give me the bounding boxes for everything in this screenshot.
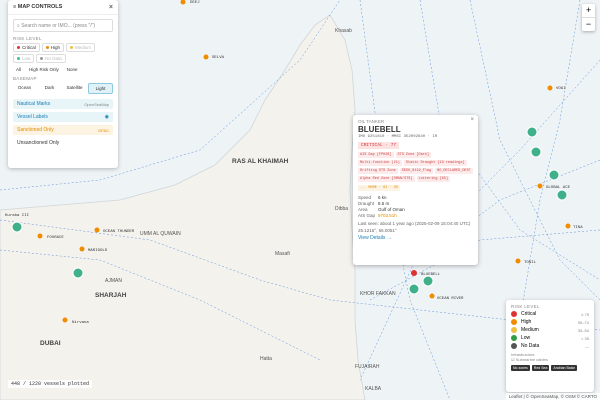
vessel-label[interactable]: TONIL — [524, 261, 537, 265]
map-controls-panel: ≡ MAP CONTROLS × ⌕ Search name or IMO...… — [8, 0, 118, 168]
risk-legend: RISK LEVEL Critical ≥ 75 High 55–74 Medium… — [506, 300, 594, 392]
collapse-icon[interactable]: × — [109, 4, 113, 11]
controls-title: MAP CONTROLS — [17, 4, 63, 10]
risk-tag: STS Zone [Dark] — [395, 152, 432, 158]
vessel-label[interactable]: Nirvana — [72, 320, 89, 325]
zoom-in-button[interactable]: + — [582, 4, 595, 18]
place-label: UMM AL QUWAIN — [140, 231, 181, 237]
risk-tag: AIS Gap [FPH26] — [358, 152, 394, 158]
zone-button-arabian[interactable]: Arabian Basin — [551, 365, 578, 371]
place-label: Hatta — [260, 356, 272, 362]
place-label: Masafi — [275, 251, 290, 257]
vessel-label[interactable]: DEEJ — [190, 1, 200, 5]
vessel-label[interactable]: VOGI — [556, 87, 566, 91]
legend-item-low: Low < 35 — [511, 335, 589, 341]
basemap-ocean[interactable]: Ocean — [13, 83, 36, 94]
search-placeholder: Search name or IMO... (press "/") — [21, 22, 96, 29]
vessel-popup: × OIL TANKER BLUEBELL IMO 9251810 · MMSI… — [353, 115, 478, 265]
place-label: SHARJAH — [95, 292, 127, 299]
risk-badge: CRITICAL · 77 — [358, 142, 400, 149]
close-icon[interactable]: × — [470, 117, 474, 123]
risk-chip-critical[interactable]: Critical — [13, 43, 40, 52]
risk-tag: Drifting STS Zone — [358, 168, 398, 174]
more-tags[interactable]: ... MORE · 64 · 30 — [358, 185, 400, 191]
place-label: KHOR FAKKAN — [360, 291, 396, 297]
risk-tag: Alpha Red Zone [OMAN/STS] — [358, 176, 415, 182]
search-input[interactable]: ⌕ Search name or IMO... (press "/") — [13, 19, 113, 32]
view-details-link[interactable]: View Details → — [358, 235, 473, 241]
last-seen: Last seen: about 1 year ago (2025-02-09 … — [358, 221, 471, 226]
vessel-label[interactable]: SELVA — [212, 56, 225, 60]
filter-all[interactable]: All — [13, 66, 25, 73]
vessel-ids: IMO 9251810 · MMSI 352002640 · IR — [358, 135, 438, 139]
basemap-dark[interactable]: Dark — [38, 83, 61, 94]
area-row: Area Gulf of Oman — [358, 207, 405, 212]
risk-chip-nodata[interactable]: No Data — [36, 54, 66, 63]
draught-row: Draught 8.5 m — [358, 201, 390, 206]
vessel-label[interactable]: GLOBAL ACE — [546, 186, 571, 190]
basemap-light[interactable]: Light — [88, 83, 113, 94]
vessel-label[interactable]: OCEAN RIVER — [437, 297, 464, 301]
zone-button-none[interactable]: No zones — [511, 365, 530, 371]
legend-item-critical: Critical ≥ 75 — [511, 311, 589, 317]
vessel-type: OIL TANKER — [358, 119, 385, 124]
basemap-selector: Ocean Dark Satellite Light — [13, 83, 113, 94]
place-label: DUBAI — [40, 340, 61, 347]
basemap-satellite[interactable]: Satellite — [63, 83, 86, 94]
controls-header[interactable]: ≡ MAP CONTROLS × — [8, 0, 118, 15]
zoom-control: + − — [582, 4, 595, 31]
vessel-name: BLUEBELL — [358, 125, 401, 134]
coordinates: 25.1216°, 56.0051° — [358, 228, 397, 233]
risk-tag: Loitering [65] — [416, 176, 450, 182]
risk-tags: AIS Gap [FPH26] STS Zone [Dark] Multi-fu… — [358, 152, 473, 182]
vessel-label[interactable]: OCEAN THUNDER — [103, 230, 135, 234]
quick-filters: All High Risk Only None — [13, 66, 113, 73]
place-label: FUJAIRAH — [355, 364, 380, 370]
legend-item-high: High 55–74 — [511, 319, 589, 325]
risk-tag: Static Draught [19 readings] — [403, 160, 467, 166]
filter-high-risk[interactable]: High Risk Only — [26, 66, 62, 73]
zone-buttons: No zones Red Sea Arabian Basin — [511, 365, 589, 371]
legend-item-nodata: No Data — — [511, 343, 589, 349]
zone-button-redsea[interactable]: Red Sea — [531, 365, 550, 371]
ais-gap-row: AIS Gap 9703.51h — [358, 213, 397, 218]
risk-level-label: RISK LEVEL — [13, 36, 42, 41]
place-label: AJMAN — [105, 278, 122, 284]
vessel-label[interactable]: TINA — [573, 226, 583, 230]
risk-tag: NO_DECLARED_DEST — [435, 168, 473, 174]
risk-tag: SEDO_8119_Flag — [399, 168, 434, 174]
risk-chip-low[interactable]: Low — [13, 54, 35, 63]
legend-title: RISK LEVEL — [511, 304, 540, 309]
risk-chip-high[interactable]: High — [41, 43, 65, 52]
risk-filter-chips: Critical High Medium Low No Data — [13, 43, 113, 63]
filter-none[interactable]: None — [63, 66, 81, 73]
vessel-count-status: 448 / 1220 vessels plotted — [8, 380, 93, 388]
map-attribution[interactable]: Leaflet | © OpenSeaMap, © OSM © CARTO — [505, 393, 600, 400]
zoom-out-button[interactable]: − — [582, 18, 595, 31]
vessel-label[interactable]: MARIGOLD — [88, 249, 108, 253]
sanctioned-only-toggle[interactable]: Sanctioned Only OFAC — [13, 125, 113, 135]
vessel-label[interactable]: FOURACE — [47, 236, 64, 240]
risk-tag: Multi-function (21) — [358, 160, 402, 166]
basemap-label: BASEMAP — [13, 76, 37, 81]
vessel-label[interactable]: Kuraba III — [5, 213, 29, 218]
eye-icon: ◉ — [104, 114, 109, 120]
place-label: Khasab — [335, 28, 352, 34]
place-label: Dibba — [335, 206, 348, 212]
vessel-labels-toggle[interactable]: Vessel Labels ◉ — [13, 112, 113, 122]
unsanctioned-only-toggle[interactable]: Unsanctioned Only — [13, 138, 113, 148]
risk-chip-medium[interactable]: Medium — [66, 43, 96, 52]
cables-toggle[interactable]: ☑ Submarine cables — [511, 357, 589, 362]
nautical-marks-toggle[interactable]: Nautical Marks OpenSeaMap — [13, 99, 113, 109]
speed-row: Speed 6 kn — [358, 195, 387, 200]
place-label: KALBA — [365, 386, 382, 392]
place-label: RAS AL KHAIMAH — [232, 158, 289, 165]
legend-item-medium: Medium 35–54 — [511, 327, 589, 333]
